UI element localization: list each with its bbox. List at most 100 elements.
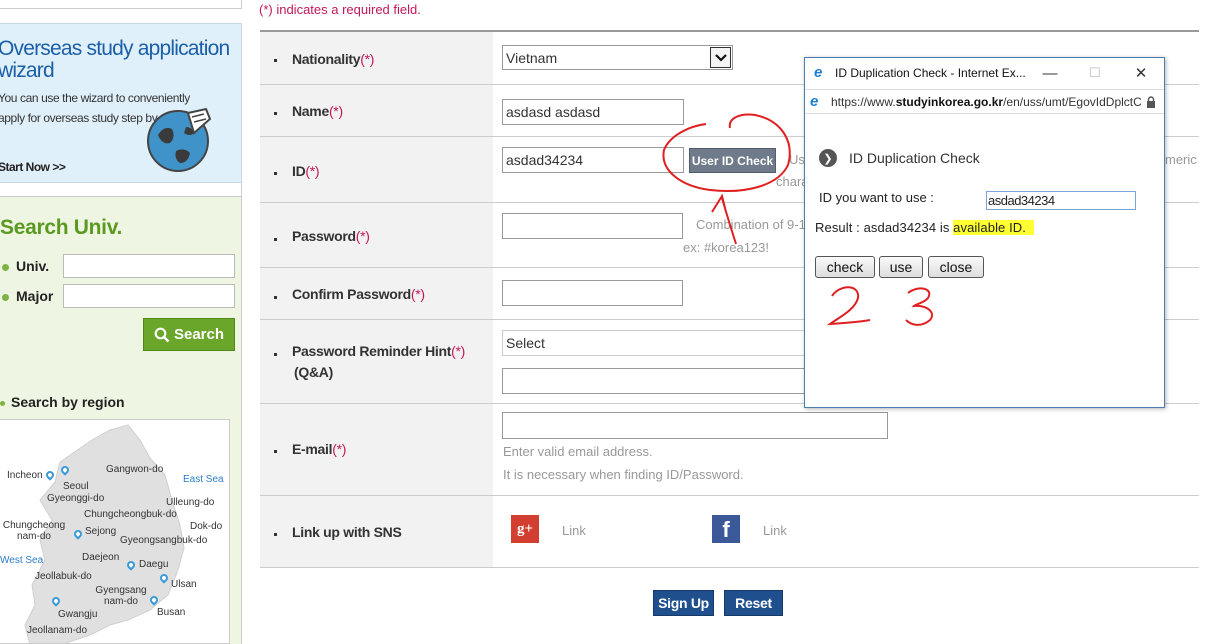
use-button[interactable]: use: [879, 256, 923, 278]
password-example: ex: #korea123!: [683, 240, 770, 255]
password-input[interactable]: [502, 213, 683, 239]
univ-input[interactable]: [63, 254, 235, 278]
email-row: E-mail(*) Enter valid email address. It …: [260, 404, 1199, 496]
bullet-icon: [274, 450, 277, 453]
popup-heading-text: ID Duplication Check: [849, 150, 980, 166]
facebook-link[interactable]: Link: [763, 523, 787, 538]
check-result: Result : asdad34234 is available ID.: [815, 220, 1035, 235]
sns-label: Link up with SNS: [292, 524, 402, 540]
search-button-label: Search: [173, 326, 225, 343]
email-input[interactable]: [502, 412, 888, 439]
reminder-label-cell: Password Reminder Hint(*) (Q&A): [260, 320, 493, 403]
bullet-icon: [274, 172, 277, 175]
password-hint: Combination of 9-1: [696, 217, 806, 232]
wizard-title: Overseas study application wizard: [0, 37, 230, 82]
region-gyeongsangbuk[interactable]: Gyeongsangbuk-do: [120, 535, 207, 546]
korea-region-map[interactable]: Incheon Seoul Gangwon-do East Sea Gyeong…: [0, 419, 230, 644]
region-ulleung[interactable]: Ulleung-do: [166, 497, 214, 508]
search-univ-title: Search Univ.: [0, 216, 123, 239]
region-chungcheongbuk[interactable]: Chungcheongbuk-do: [84, 509, 177, 520]
globe-icon: [147, 107, 212, 172]
close-button[interactable]: close: [928, 256, 984, 278]
major-label: Major: [2, 288, 53, 304]
popup-title-bar[interactable]: e ID Duplication Check - Internet Ex... …: [805, 58, 1164, 88]
internet-explorer-icon: e: [810, 93, 819, 110]
required-field-note: (*) indicates a required field.: [259, 2, 421, 17]
confirm-password-label-cell: Confirm Password(*): [260, 268, 493, 319]
popup-window-title: ID Duplication Check - Internet Ex...: [835, 66, 1026, 80]
bullet-icon: [274, 59, 277, 62]
maximize-icon[interactable]: ☐: [1080, 62, 1110, 84]
name-input[interactable]: asdasd asdasd: [502, 99, 684, 125]
region-jeollanam[interactable]: Jeollanam-do: [27, 625, 87, 636]
nationality-value: Vietnam: [506, 49, 558, 66]
nationality-select[interactable]: Vietnam: [502, 45, 733, 70]
bullet-icon: [274, 238, 277, 241]
region-gyeonggi[interactable]: Gyeonggi-do: [47, 493, 104, 504]
bullet-icon: [0, 400, 5, 406]
region-west-sea: West Sea: [0, 555, 44, 566]
password-label-cell: Password(*): [260, 203, 493, 267]
region-daejeon[interactable]: Daejeon: [82, 552, 119, 563]
sns-row: Link up with SNS g+ Link f Link: [260, 496, 1199, 568]
reset-button[interactable]: Reset: [724, 590, 783, 616]
email-hint-2: It is necessary when finding ID/Password…: [503, 467, 744, 482]
popup-heading: ❯ ID Duplication Check: [819, 149, 980, 167]
id-hint-start: Us: [789, 152, 805, 167]
confirm-password-input[interactable]: [502, 280, 683, 306]
google-link[interactable]: Link: [562, 523, 586, 538]
chevron-down-icon[interactable]: [710, 47, 731, 68]
id-to-use-input[interactable]: asdad34234: [986, 191, 1136, 210]
region-daegu[interactable]: Daegu: [139, 559, 168, 570]
major-input[interactable]: [63, 284, 235, 308]
search-univ-panel: Search Univ. Univ. Major Search Search b…: [0, 197, 242, 644]
user-id-check-button[interactable]: User ID Check: [689, 148, 776, 173]
search-by-region-title: Search by region: [0, 394, 125, 410]
bullet-icon: [274, 296, 277, 299]
univ-label: Univ.: [2, 258, 49, 274]
region-gwangju[interactable]: Gwangju: [58, 609, 97, 620]
region-gangwon[interactable]: Gangwon-do: [106, 464, 163, 475]
sign-up-button[interactable]: Sign Up: [653, 590, 714, 616]
google-plus-icon[interactable]: g+: [511, 515, 539, 543]
bullet-icon: [2, 293, 9, 301]
region-ulsan[interactable]: Ulsan: [171, 579, 197, 590]
region-jeollabuk[interactable]: Jeollabuk-do: [35, 571, 92, 582]
confirm-password-label: Confirm Password(*): [292, 286, 425, 302]
bullet-icon: [274, 533, 277, 536]
wizard-start-link[interactable]: Start Now >>: [0, 160, 66, 174]
name-label-cell: Name(*): [260, 85, 493, 136]
search-button[interactable]: Search: [143, 318, 235, 351]
close-icon[interactable]: ✕: [1126, 62, 1156, 84]
bullet-icon: [2, 263, 9, 271]
reminder-answer-input[interactable]: [502, 368, 806, 394]
id-input[interactable]: asdad34234: [502, 147, 684, 173]
region-gyeongsangnam[interactable]: Gyengsang nam-do: [92, 585, 150, 607]
email-label-cell: E-mail(*): [260, 404, 493, 495]
reminder-question-select[interactable]: Select: [502, 330, 806, 356]
popup-url: https://www.studyinkorea.go.kr/en/uss/um…: [831, 95, 1142, 109]
bullet-icon: [274, 353, 277, 356]
popup-address-bar[interactable]: e https://www.studyinkorea.go.kr/en/uss/…: [805, 89, 1164, 114]
region-busan[interactable]: Busan: [157, 607, 185, 618]
minimize-icon[interactable]: —: [1035, 62, 1065, 84]
bullet-icon: [274, 112, 277, 115]
lock-icon: [1147, 96, 1155, 108]
id-duplication-popup: e ID Duplication Check - Internet Ex... …: [804, 57, 1165, 408]
id-to-use-label: ID you want to use :: [819, 190, 934, 205]
sidebar-divider: [0, 183, 242, 197]
signup-form: Nationality(*) Vietnam Name(*) asdasd as…: [260, 30, 1199, 568]
region-seoul[interactable]: Seoul: [63, 481, 89, 492]
study-wizard-panel: Overseas study application wizard You ca…: [0, 23, 242, 183]
available-id-highlight: available ID.: [953, 220, 1035, 235]
region-sejong[interactable]: Sejong: [85, 526, 116, 537]
region-east-sea: East Sea: [183, 474, 224, 485]
facebook-icon[interactable]: f: [712, 515, 740, 543]
region-chungcheongnam[interactable]: Chungcheong nam-do: [0, 520, 68, 542]
region-dokdo[interactable]: Dok-do: [190, 521, 222, 532]
check-button[interactable]: check: [815, 256, 875, 278]
email-hint: Enter valid email address.: [503, 444, 653, 459]
sidebar-top-divider: [0, 0, 242, 9]
password-label: Password(*): [292, 228, 370, 244]
region-incheon[interactable]: Incheon: [7, 470, 43, 481]
